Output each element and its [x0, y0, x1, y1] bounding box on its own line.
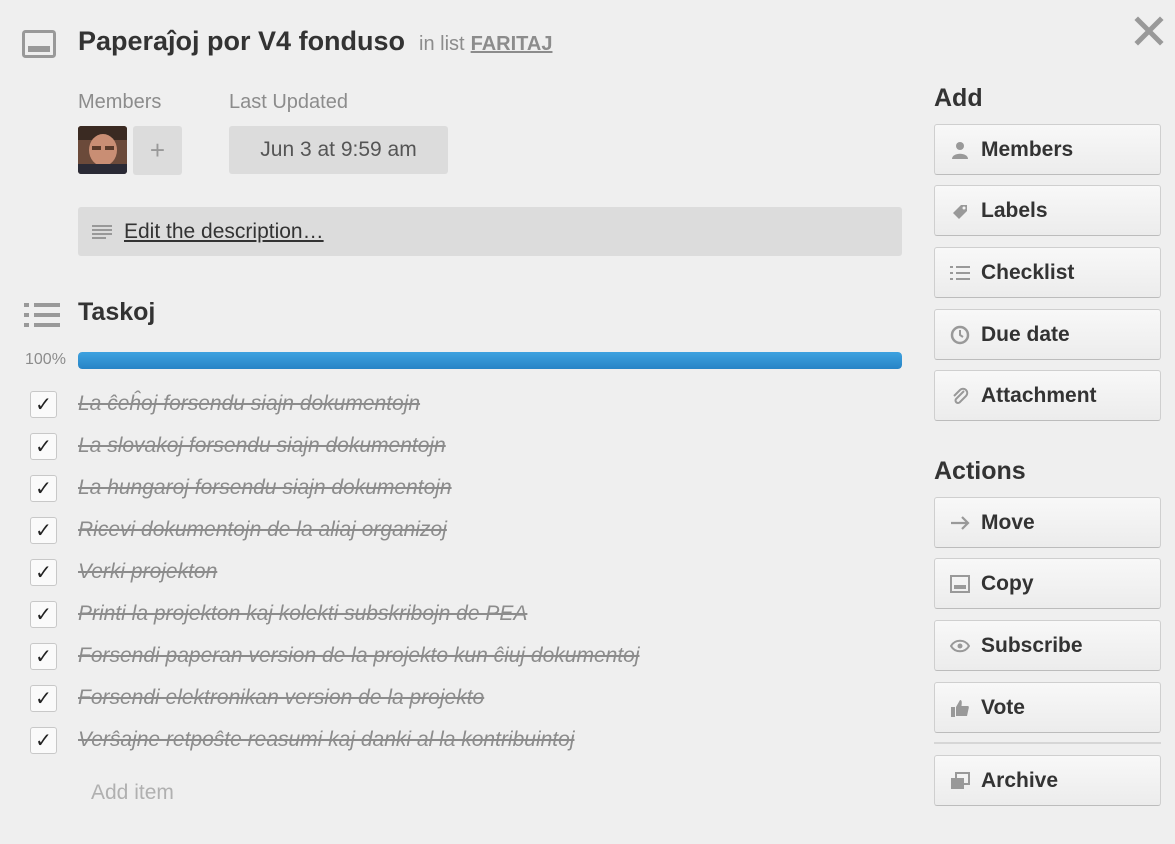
checklist-button-label: Checklist [981, 260, 1075, 284]
thumbs-up-icon [949, 697, 971, 719]
archive-button-label: Archive [981, 768, 1059, 792]
labels-button[interactable]: Labels [934, 185, 1161, 236]
move-button[interactable]: Move [934, 497, 1161, 548]
checklist-item-checkbox[interactable]: ✓ [30, 727, 57, 754]
subscribe-button-label: Subscribe [981, 633, 1083, 657]
checklist-item: ✓ La hungaroj forsendu siajn dokumentojn [0, 467, 900, 509]
archive-icon [949, 770, 971, 792]
vote-button[interactable]: Vote [934, 682, 1161, 733]
title-row: Paperaĵoj por V4 fonduso in list FARITAJ [78, 26, 552, 66]
vote-button-label: Vote [981, 695, 1025, 719]
checklist-item: ✓ Verki projekton [0, 551, 900, 593]
checklist-item: ✓ La ĉeĥoj forsendu siajn dokumentojn [0, 383, 900, 425]
checklist-item-text[interactable]: La ĉeĥoj forsendu siajn dokumentojn [78, 392, 420, 416]
in-list-text: in list [419, 33, 465, 55]
paperclip-icon [949, 385, 971, 407]
checklist-item: ✓ La slovakoj forsendu siajn dokumentojn [0, 425, 900, 467]
copy-button-label: Copy [981, 571, 1034, 595]
progress-fill [78, 352, 902, 369]
members-button[interactable]: Members [934, 124, 1161, 175]
checklist-item: ✓ Verŝajne retpoŝte reasumi kaj danki al … [0, 719, 900, 761]
checklist-item-text[interactable]: La slovakoj forsendu siajn dokumentojn [78, 434, 446, 458]
due-date-button[interactable]: Due date [934, 309, 1161, 360]
actions-heading: Actions [934, 457, 1026, 485]
labels-button-label: Labels [981, 198, 1048, 222]
checklist-item-checkbox[interactable]: ✓ [30, 601, 57, 628]
move-button-label: Move [981, 510, 1035, 534]
description-box[interactable]: Edit the description… [78, 207, 902, 256]
due-date-button-label: Due date [981, 322, 1070, 346]
sidebar-divider [934, 742, 1161, 744]
checklist-item: ✓ Forsendi paperan version de la projekto… [0, 635, 900, 677]
checklist-icon [24, 303, 60, 327]
last-updated-date[interactable]: Jun 3 at 9:59 am [229, 126, 448, 174]
arrow-right-icon [949, 512, 971, 534]
list-name-link[interactable]: FARITAJ [471, 33, 553, 56]
checklist-item-text[interactable]: Ricevi dokumentojn de la aliaj organizoj [78, 518, 447, 542]
checklist-item-text[interactable]: Verki projekton [78, 560, 217, 584]
checklist-item-checkbox[interactable]: ✓ [30, 475, 57, 502]
avatar[interactable] [78, 126, 127, 174]
archive-button[interactable]: Archive [934, 755, 1161, 806]
person-icon [949, 139, 971, 161]
members-button-label: Members [981, 137, 1074, 161]
description-icon [92, 224, 112, 239]
checklist-item-text[interactable]: Forsendi elektronikan version de la proj… [78, 686, 484, 710]
checklist-item: ✓ Forsendi elektronikan version de la pro… [0, 677, 900, 719]
last-updated-label: Last Updated [229, 91, 348, 113]
card-icon [949, 573, 971, 595]
checklist-item-checkbox[interactable]: ✓ [30, 391, 57, 418]
eye-icon [949, 635, 971, 657]
add-member-button[interactable]: + [133, 126, 182, 175]
progress-bar [78, 352, 902, 369]
list-icon [949, 262, 971, 284]
checklist-item-checkbox[interactable]: ✓ [30, 685, 57, 712]
card-icon [22, 30, 56, 58]
checklist-item: ✓ Printi la projekton kaj kolekti subskri… [0, 593, 900, 635]
checklist-item-text[interactable]: Forsendi paperan version de la projekto … [78, 644, 640, 668]
edit-description-link[interactable]: Edit the description… [124, 220, 324, 244]
members-label: Members [78, 91, 162, 113]
checklist-item-text[interactable]: Printi la projekton kaj kolekti subskrib… [78, 602, 527, 626]
progress-percent: 100% [25, 351, 66, 368]
checklist-item-checkbox[interactable]: ✓ [30, 433, 57, 460]
checklist-item-checkbox[interactable]: ✓ [30, 559, 57, 586]
checklist-button[interactable]: Checklist [934, 247, 1161, 298]
copy-button[interactable]: Copy [934, 558, 1161, 609]
card-title[interactable]: Paperaĵoj por V4 fonduso [78, 26, 405, 57]
add-heading: Add [934, 84, 983, 112]
checklist-item-text[interactable]: La hungaroj forsendu siajn dokumentojn [78, 476, 452, 500]
checklist-title[interactable]: Taskoj [78, 298, 155, 327]
tag-icon [949, 200, 971, 222]
clock-icon [949, 324, 971, 346]
attachment-button-label: Attachment [981, 383, 1097, 407]
attachment-button[interactable]: Attachment [934, 370, 1161, 421]
close-icon[interactable] [1134, 16, 1164, 46]
checklist-item-checkbox[interactable]: ✓ [30, 643, 57, 670]
checklist-item-checkbox[interactable]: ✓ [30, 517, 57, 544]
checklist-item: ✓ Ricevi dokumentojn de la aliaj organizo… [0, 509, 900, 551]
subscribe-button[interactable]: Subscribe [934, 620, 1161, 671]
checklist-item-text[interactable]: Verŝajne retpoŝte reasumi kaj danki al l… [78, 728, 574, 752]
add-item-button[interactable]: Add item [91, 781, 174, 805]
